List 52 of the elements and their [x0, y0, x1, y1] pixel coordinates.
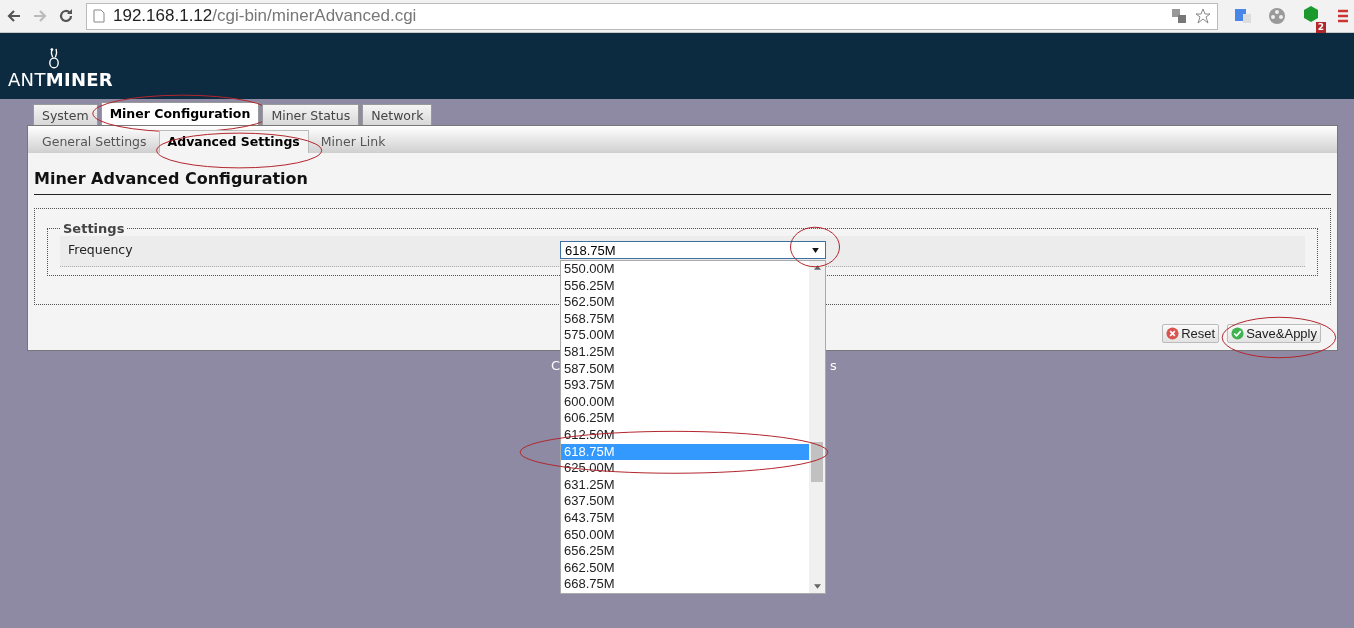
scroll-up-icon[interactable]	[813, 265, 821, 270]
reload-icon[interactable]	[58, 8, 74, 24]
hexagon-extension-icon[interactable]	[1302, 5, 1320, 23]
tab[interactable]: Miner Configuration	[100, 102, 260, 125]
dropdown-option[interactable]: 587.50M	[561, 360, 809, 378]
dropdown-option[interactable]: 600.00M	[561, 393, 809, 411]
scroll-down-icon[interactable]	[813, 584, 821, 589]
reset-button[interactable]: Reset	[1162, 324, 1220, 343]
page-icon	[93, 9, 105, 23]
cross-icon	[1166, 327, 1180, 340]
scrollbar[interactable]	[809, 261, 825, 593]
subtab[interactable]: General Settings	[34, 130, 155, 153]
dropdown-option[interactable]: 568.75M	[561, 310, 809, 328]
frequency-dropdown[interactable]: 618.75M	[560, 241, 826, 259]
dropdown-option[interactable]: 556.25M	[561, 277, 809, 295]
film-reel-icon[interactable]	[1268, 7, 1286, 25]
dropdown-option[interactable]: 562.50M	[561, 294, 809, 311]
dropdown-option[interactable]: 643.75M	[561, 509, 809, 527]
dropdown-option[interactable]: 637.50M	[561, 493, 809, 510]
back-icon[interactable]	[6, 8, 22, 24]
star-icon[interactable]	[1195, 8, 1211, 24]
scroll-thumb[interactable]	[811, 442, 823, 482]
dropdown-option[interactable]: 575.00M	[561, 327, 809, 344]
field-label: Frequency	[68, 241, 134, 259]
tab[interactable]: Miner Status	[262, 104, 360, 125]
tab[interactable]: Network	[362, 104, 433, 125]
dropdown-option[interactable]: 550.00M	[561, 261, 809, 278]
antminer-logo: ANTMINER	[8, 47, 114, 89]
caret-icon	[812, 247, 819, 253]
dropdown-option[interactable]: 606.25M	[561, 410, 809, 427]
dropdown-option[interactable]: 656.25M	[561, 543, 809, 560]
forward-icon[interactable]	[32, 8, 48, 24]
footer-text: s	[830, 358, 837, 373]
dropdown-option[interactable]: 581.25M	[561, 343, 809, 361]
subtab[interactable]: Miner Link	[312, 130, 394, 153]
dropdown-option[interactable]: 631.25M	[561, 476, 809, 494]
subtab[interactable]: Advanced Settings	[158, 130, 309, 153]
extension-badge: 2	[1315, 22, 1326, 33]
translate-icon[interactable]	[1171, 8, 1187, 24]
dropdown-option[interactable]: 668.75M	[561, 576, 809, 593]
address-bar[interactable]: 192.168.1.12/cgi-bin/minerAdvanced.cgi	[86, 2, 1218, 30]
dropdown-option[interactable]: 650.00M	[561, 526, 809, 544]
dropdown-option[interactable]: 662.50M	[561, 559, 809, 577]
save-apply-button[interactable]: Save&Apply	[1227, 324, 1321, 343]
footer-text: C	[551, 358, 561, 373]
page-heading: Miner Advanced Configuration	[34, 169, 1331, 195]
dropdown-option[interactable]: 593.75M	[561, 377, 809, 394]
tab[interactable]: System	[33, 104, 98, 125]
check-icon	[1231, 327, 1245, 340]
translate-extension-icon[interactable]	[1234, 7, 1252, 25]
fieldset-legend: Settings	[60, 221, 128, 236]
menu-icon[interactable]	[1338, 8, 1348, 24]
